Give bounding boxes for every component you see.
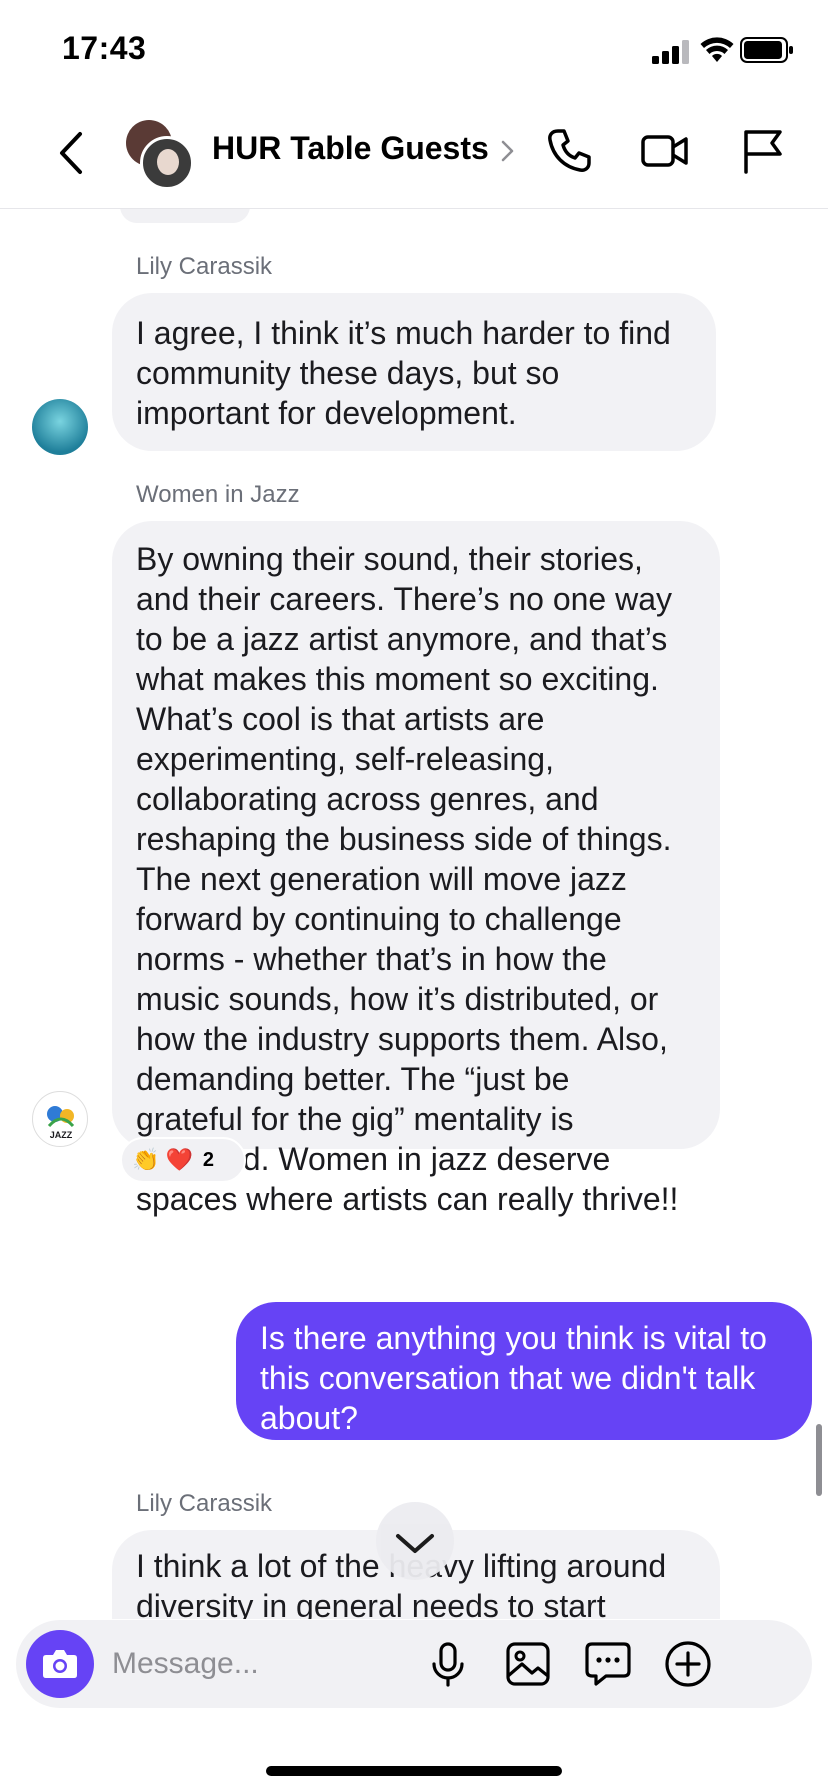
camera-icon	[43, 1650, 77, 1678]
scrollbar[interactable]	[816, 1424, 822, 1496]
member-avatar	[140, 136, 194, 190]
message-text: What’s cool is that artists are	[136, 701, 545, 737]
scroll-to-bottom-button[interactable]	[376, 1502, 454, 1580]
message-text: Is there anything you think is vital to	[260, 1320, 767, 1356]
message-composer	[16, 1620, 812, 1708]
sender-name: Lily Carassik	[136, 1490, 273, 1517]
image-icon[interactable]	[502, 1638, 554, 1690]
sender-name: Lily Carassik	[136, 253, 273, 280]
my-message-bubble[interactable]: Is there anything you think is vital to …	[236, 1302, 812, 1440]
reaction-pill[interactable]: 👏 ❤️ 2	[120, 1137, 246, 1183]
message-text: what makes this moment so exciting.	[136, 661, 659, 697]
wifi-icon	[700, 37, 734, 62]
flag-icon[interactable]	[738, 126, 788, 176]
message-list[interactable]: Lily Carassik I agree, I think it’s much…	[0, 209, 828, 1619]
message-text: grateful for the gig” mentality is	[136, 1101, 574, 1137]
message-text: diversity in general needs to start	[136, 1588, 606, 1619]
back-chevron-icon[interactable]	[56, 130, 86, 176]
message-text: experimenting, self-releasing,	[136, 741, 554, 777]
message-text: forward by continuing to challenge	[136, 901, 622, 937]
sender-name: Women in Jazz	[136, 481, 300, 508]
status-bar: 17:43	[0, 0, 828, 100]
microphone-icon[interactable]	[422, 1638, 474, 1690]
video-icon[interactable]	[640, 126, 690, 176]
chevron-down-icon	[396, 1534, 434, 1553]
home-indicator[interactable]	[266, 1766, 562, 1776]
message-text: how the industry supports them. Also,	[136, 1021, 668, 1057]
avatar[interactable]: JAZZ	[32, 1091, 88, 1147]
chevron-right-icon	[501, 140, 514, 162]
message-text: community these days, but so	[136, 355, 560, 391]
cellular-signal-icon	[652, 40, 689, 64]
message-text: and their careers. There’s no one way	[136, 581, 673, 617]
message-bubble[interactable]: By owning their sound, their stories, an…	[112, 521, 720, 1217]
message-text: to be a jazz artist anymore, and that’s	[136, 621, 668, 657]
chat-header: HUR Table Guests	[0, 100, 828, 209]
jazz-logo-icon: JAZZ	[47, 1106, 75, 1140]
reaction-pill[interactable]	[120, 209, 250, 223]
chat-bubble-icon[interactable]	[582, 1638, 634, 1690]
group-avatar[interactable]	[126, 120, 196, 190]
reaction-count: 2	[202, 1148, 215, 1171]
message-text: norms - whether that’s in how the	[136, 941, 607, 977]
plus-circle-icon[interactable]	[662, 1638, 714, 1690]
message-text: about?	[260, 1400, 358, 1436]
reaction-emojis: 👏 ❤️	[132, 1147, 193, 1172]
phone-icon[interactable]	[544, 126, 594, 176]
message-text: collaborating across genres, and	[136, 781, 599, 817]
avatar[interactable]	[32, 399, 88, 455]
message-text: this conversation that we didn't talk	[260, 1360, 756, 1396]
chat-title[interactable]: HUR Table Guests	[212, 130, 489, 167]
message-text: spaces where artists can really thrive!!	[136, 1181, 679, 1217]
message-text: important for development.	[136, 395, 517, 431]
message-input[interactable]	[112, 1640, 412, 1688]
camera-button[interactable]	[26, 1630, 94, 1698]
message-text: The next generation will move jazz	[136, 861, 627, 897]
message-bubble[interactable]: I agree, I think it’s much harder to fin…	[112, 293, 716, 451]
battery-icon	[740, 37, 793, 63]
svg-text:JAZZ: JAZZ	[50, 1130, 73, 1140]
message-text: By owning their sound, their stories,	[136, 541, 643, 577]
message-text: demanding better. The “just be	[136, 1061, 570, 1097]
status-time: 17:43	[62, 30, 147, 66]
message-text: music sounds, how it’s distributed, or	[136, 981, 659, 1017]
message-text: I agree, I think it’s much harder to fin…	[136, 315, 671, 351]
message-text: reshaping the business side of things.	[136, 821, 672, 857]
